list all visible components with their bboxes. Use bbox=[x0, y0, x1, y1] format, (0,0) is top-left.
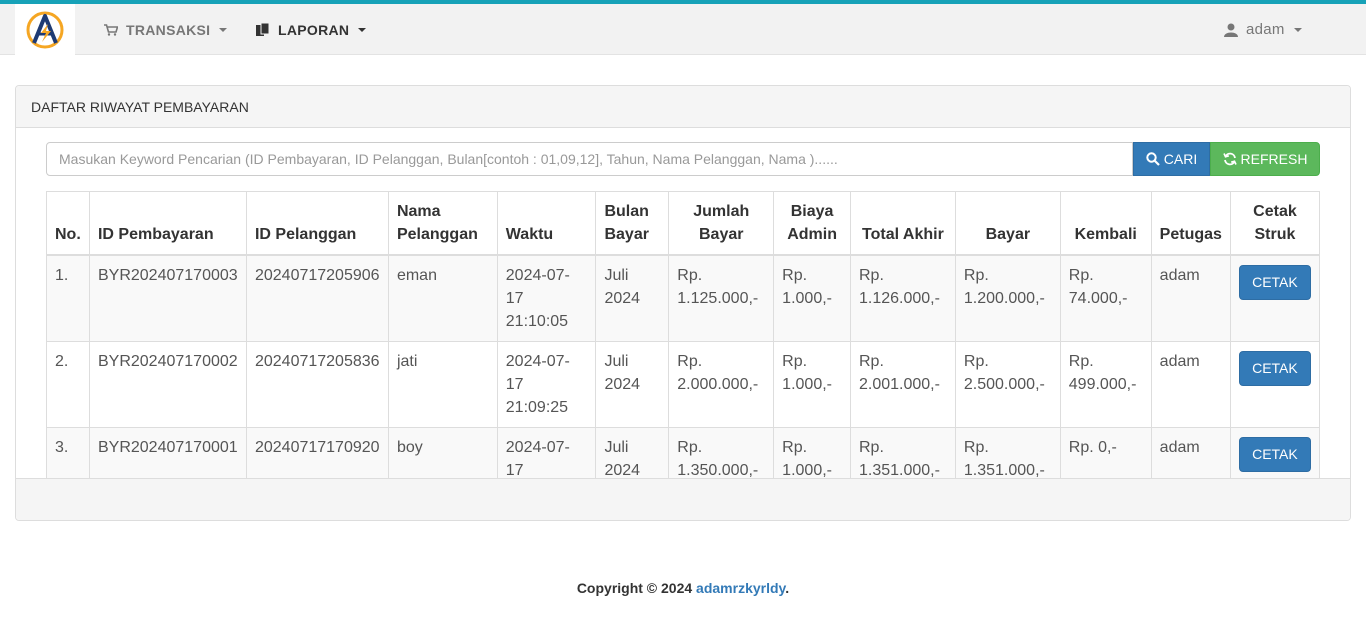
nav-laporan-dropdown[interactable]: LAPORAN bbox=[256, 4, 367, 55]
cell-no: 2. bbox=[46, 341, 90, 428]
column-header: ID Pelanggan bbox=[245, 191, 389, 256]
column-header: Nama Pelanggan bbox=[387, 191, 498, 256]
cell-total: Rp. 2.001.000,- bbox=[850, 341, 956, 428]
cell-waktu: 2024-07-17 21:10:05 bbox=[496, 254, 597, 342]
payment-history-panel: DAFTAR RIWAYAT PEMBAYARAN CARI REFRESH N… bbox=[15, 85, 1351, 521]
navbar: TRANSAKSI LAPORAN adam bbox=[0, 4, 1366, 55]
column-header: Kembali bbox=[1059, 191, 1152, 256]
cell-bayar: Rp. 1.200.000,- bbox=[954, 254, 1061, 342]
search-button[interactable]: CARI bbox=[1133, 142, 1210, 176]
author-link[interactable]: adamrzkyrldy bbox=[696, 580, 785, 596]
cell-kembali: Rp. 499.000,- bbox=[1059, 341, 1152, 428]
print-receipt-button[interactable]: CETAK bbox=[1238, 351, 1311, 386]
page-footer: Copyright © 2024 adamrzkyrldy. bbox=[0, 580, 1366, 596]
chevron-down-icon bbox=[1293, 28, 1302, 32]
cell-no: 1. bbox=[46, 254, 90, 342]
column-header: Biaya Admin bbox=[773, 191, 851, 256]
column-header: Total Akhir bbox=[850, 191, 956, 256]
cell-id-pelanggan: 20240717205906 bbox=[245, 254, 389, 342]
cell-cetak: CETAK bbox=[1229, 254, 1321, 342]
copyright-suffix: . bbox=[785, 580, 790, 596]
cell-waktu: 2024-07-17 21:09:25 bbox=[496, 341, 597, 428]
cell-id-pembayaran: BYR202407170003 bbox=[88, 254, 247, 342]
refresh-button-label: REFRESH bbox=[1240, 151, 1308, 167]
cell-id-pelanggan: 20240717205836 bbox=[245, 341, 389, 428]
search-input[interactable] bbox=[46, 142, 1133, 176]
cell-bayar: Rp. 2.500.000,- bbox=[954, 341, 1061, 428]
cell-petugas: adam bbox=[1150, 341, 1231, 428]
table-row: 1. BYR202407170003 20240717205906 eman 2… bbox=[46, 254, 1321, 342]
column-header: Jumlah Bayar bbox=[668, 191, 775, 256]
cell-petugas: adam bbox=[1150, 254, 1231, 342]
panel-title: DAFTAR RIWAYAT PEMBAYARAN bbox=[16, 86, 1350, 128]
cell-jumlah: Rp. 2.000.000,- bbox=[668, 341, 775, 428]
column-header: Bayar bbox=[954, 191, 1061, 256]
column-header: ID Pembayaran bbox=[88, 191, 247, 256]
column-header: Bulan Bayar bbox=[595, 191, 670, 256]
chevron-down-icon bbox=[219, 28, 228, 32]
user-menu-dropdown[interactable]: adam bbox=[1224, 4, 1302, 55]
cell-admin: Rp. 1.000,- bbox=[773, 254, 851, 342]
nav-transaksi-dropdown[interactable]: TRANSAKSI bbox=[104, 4, 228, 55]
refresh-button[interactable]: REFRESH bbox=[1210, 142, 1320, 176]
column-header: Cetak Struk bbox=[1229, 191, 1321, 256]
table-row: 2. BYR202407170002 20240717205836 jati 2… bbox=[46, 341, 1321, 428]
user-name-label: adam bbox=[1246, 21, 1285, 38]
cell-bulan: Juli 2024 bbox=[595, 254, 670, 342]
search-bar: CARI REFRESH bbox=[46, 142, 1320, 176]
panel-footer bbox=[16, 478, 1350, 520]
column-header: Waktu bbox=[496, 191, 597, 256]
cell-cetak: CETAK bbox=[1229, 341, 1321, 428]
search-button-label: CARI bbox=[1163, 151, 1198, 167]
refresh-icon bbox=[1222, 152, 1237, 166]
cell-id-pembayaran: BYR202407170002 bbox=[88, 341, 247, 428]
cell-nama: jati bbox=[387, 341, 498, 428]
search-icon bbox=[1146, 152, 1160, 166]
column-header: Petugas bbox=[1150, 191, 1231, 256]
cell-nama: eman bbox=[387, 254, 498, 342]
table-header-row: No. ID Pembayaran ID Pelanggan Nama Pela… bbox=[46, 191, 1321, 256]
cell-jumlah: Rp. 1.125.000,- bbox=[668, 254, 775, 342]
nav-transaksi-label: TRANSAKSI bbox=[126, 21, 211, 38]
payment-history-table: No. ID Pembayaran ID Pelanggan Nama Pela… bbox=[46, 191, 1321, 514]
documents-icon bbox=[256, 22, 270, 37]
logo-icon bbox=[26, 11, 64, 48]
cell-kembali: Rp. 74.000,- bbox=[1059, 254, 1152, 342]
nav-laporan-label: LAPORAN bbox=[278, 21, 350, 38]
cell-total: Rp. 1.126.000,- bbox=[850, 254, 956, 342]
cell-admin: Rp. 1.000,- bbox=[773, 341, 851, 428]
user-icon bbox=[1224, 23, 1238, 37]
cell-bulan: Juli 2024 bbox=[595, 341, 670, 428]
copyright-text: Copyright © 2024 bbox=[576, 580, 697, 596]
chevron-down-icon bbox=[358, 28, 367, 32]
print-receipt-button[interactable]: CETAK bbox=[1238, 265, 1311, 300]
print-receipt-button[interactable]: CETAK bbox=[1238, 437, 1311, 472]
column-header: No. bbox=[46, 191, 90, 256]
cart-icon bbox=[104, 23, 118, 36]
brand-logo[interactable] bbox=[15, 4, 75, 55]
